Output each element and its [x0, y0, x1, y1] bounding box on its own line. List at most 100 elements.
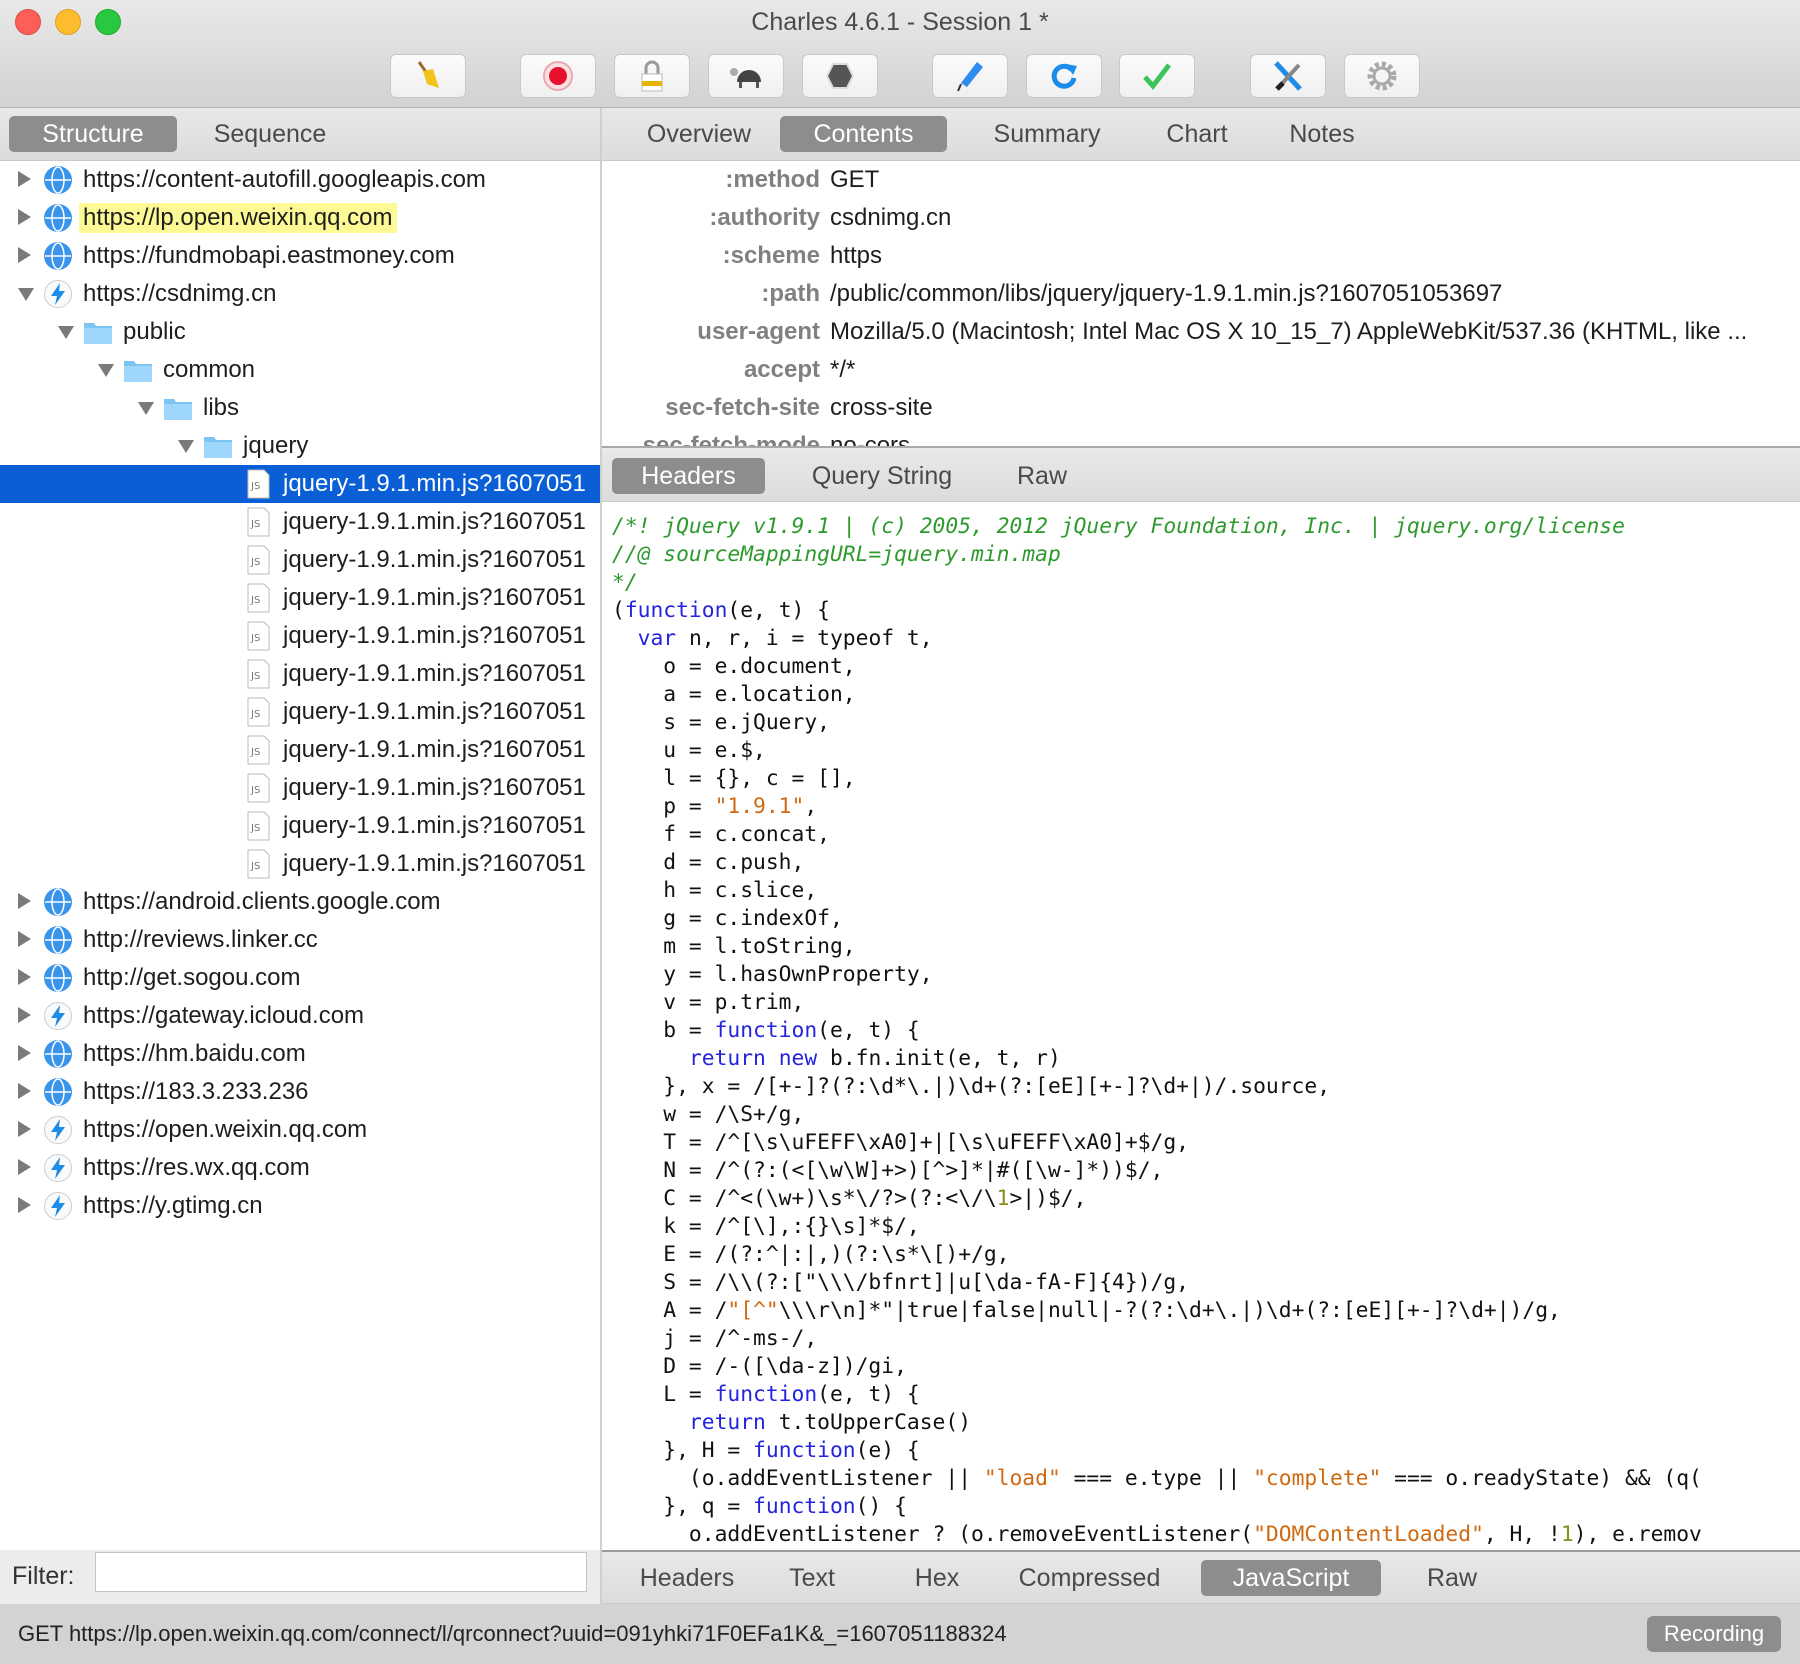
pen-icon	[957, 62, 983, 92]
tree-item-label: libs	[203, 394, 240, 421]
tree-row[interactable]: http://get.sogou.com	[0, 959, 600, 997]
code-line: return new b.fn.init(e, t, r)	[612, 1045, 1061, 1073]
disclosure-closed-icon[interactable]	[18, 1007, 31, 1023]
tree-row[interactable]: https://fundmobapi.eastmoney.com	[0, 237, 600, 275]
tree-row[interactable]: https://open.weixin.qq.com	[0, 1111, 600, 1149]
disclosure-open-icon[interactable]	[58, 326, 74, 339]
code-line: f = c.concat,	[612, 821, 830, 849]
svg-text:JS: JS	[250, 823, 260, 834]
code-token: m = l.toString,	[612, 934, 856, 959]
recording-indicator[interactable]: Recording	[1647, 1616, 1781, 1652]
tree-item-label: jquery-1.9.1.min.js?1607051	[283, 546, 586, 573]
tools-button[interactable]	[1250, 54, 1326, 98]
tab-contents[interactable]: Contents	[780, 116, 947, 152]
disclosure-closed-icon[interactable]	[18, 209, 31, 225]
settings-button[interactable]	[1344, 54, 1420, 98]
tree-row[interactable]: JS jquery-1.9.1.min.js?1607051	[0, 731, 600, 769]
tree-row[interactable]: JS jquery-1.9.1.min.js?1607051	[0, 655, 600, 693]
disclosure-open-icon[interactable]	[18, 288, 34, 301]
tree-row[interactable]: https://hm.baidu.com	[0, 1035, 600, 1073]
tree-row[interactable]: libs	[0, 389, 600, 427]
code-token: (e, t) {	[817, 1382, 920, 1407]
clear-session-button[interactable]	[390, 54, 466, 98]
tree-row[interactable]: JS jquery-1.9.1.min.js?1607051	[0, 617, 600, 655]
tree-row[interactable]: JS jquery-1.9.1.min.js?1607051	[0, 693, 600, 731]
ssl-proxying-button[interactable]	[614, 54, 690, 98]
tab-overview[interactable]: Overview	[624, 116, 774, 152]
tab-request-raw[interactable]: Raw	[992, 458, 1092, 494]
tree-item-label: jquery-1.9.1.min.js?1607051	[283, 470, 586, 497]
tab-summary[interactable]: Summary	[972, 116, 1122, 152]
tab-request-headers[interactable]: Headers	[612, 458, 765, 494]
tab-compressed[interactable]: Compressed	[1007, 1560, 1172, 1596]
disclosure-closed-icon[interactable]	[18, 1083, 31, 1099]
disclosure-open-icon[interactable]	[138, 402, 154, 415]
code-line: v = p.trim,	[612, 989, 804, 1017]
tree-row[interactable]: https://y.gtimg.cn	[0, 1187, 600, 1225]
tree-row[interactable]: https://lp.open.weixin.qq.com	[0, 199, 600, 237]
tab-sequence[interactable]: Sequence	[190, 116, 350, 152]
globe-icon	[43, 241, 73, 271]
tab-structure[interactable]: Structure	[9, 116, 177, 152]
compose-button[interactable]	[932, 54, 1008, 98]
tree-row[interactable]: https://res.wx.qq.com	[0, 1149, 600, 1187]
tree-row[interactable]: JS jquery-1.9.1.min.js?1607051	[0, 579, 600, 617]
disclosure-open-icon[interactable]	[178, 440, 194, 453]
tree-row[interactable]: common	[0, 351, 600, 389]
code-line: k = /^[\],:{}\s]*$/,	[612, 1213, 919, 1241]
filter-input[interactable]	[95, 1552, 587, 1592]
disclosure-closed-icon[interactable]	[18, 1121, 31, 1137]
throttle-button[interactable]	[708, 54, 784, 98]
code-token: >|)$/,	[1009, 1186, 1087, 1211]
code-line: L = function(e, t) {	[612, 1381, 920, 1409]
tree-row[interactable]: https://content-autofill.googleapis.com	[0, 161, 600, 199]
tree-row[interactable]: public	[0, 313, 600, 351]
tree-row[interactable]: https://android.clients.google.com	[0, 883, 600, 921]
breakpoints-button[interactable]	[802, 54, 878, 98]
disclosure-closed-icon[interactable]	[18, 1159, 31, 1175]
tab-text[interactable]: Text	[772, 1560, 852, 1596]
disclosure-closed-icon[interactable]	[18, 969, 31, 985]
code-token: //@ sourceMappingURL=jquery.min.map	[612, 542, 1061, 567]
tab-query-string[interactable]: Query String	[782, 458, 982, 494]
code-token: E = /(?:^|:|,)(?:\s*\[)+/g,	[612, 1242, 1010, 1267]
record-button[interactable]	[520, 54, 596, 98]
tab-notes[interactable]: Notes	[1267, 116, 1377, 152]
disclosure-closed-icon[interactable]	[18, 247, 31, 263]
tree-item-label: https://open.weixin.qq.com	[83, 1116, 368, 1143]
disclosure-open-icon[interactable]	[98, 364, 114, 377]
structure-tree: https://content-autofill.googleapis.com h…	[0, 161, 600, 1550]
response-javascript-viewer[interactable]: /*! jQuery v1.9.1 | (c) 2005, 2012 jQuer…	[602, 502, 1800, 1550]
status-bar: GET https://lp.open.weixin.qq.com/connec…	[0, 1604, 1800, 1664]
tree-row[interactable]: https://183.3.233.236	[0, 1073, 600, 1111]
tree-row[interactable]: JS jquery-1.9.1.min.js?1607051	[0, 769, 600, 807]
tree-row[interactable]: https://gateway.icloud.com	[0, 997, 600, 1035]
tab-hex[interactable]: Hex	[902, 1560, 972, 1596]
left-view-tabs: Structure Sequence	[0, 108, 600, 161]
tree-row[interactable]: JS jquery-1.9.1.min.js?1607051	[0, 845, 600, 883]
tree-row[interactable]: jquery	[0, 427, 600, 465]
disclosure-closed-icon[interactable]	[18, 893, 31, 909]
tree-item-label: jquery-1.9.1.min.js?1607051	[283, 508, 586, 535]
validate-button[interactable]	[1119, 54, 1195, 98]
tree-row[interactable]: JS jquery-1.9.1.min.js?1607051	[0, 503, 600, 541]
tree-row[interactable]: http://reviews.linker.cc	[0, 921, 600, 959]
tree-row[interactable]: JS jquery-1.9.1.min.js?1607051	[0, 541, 600, 579]
tree-row[interactable]: JS jquery-1.9.1.min.js?1607051	[0, 807, 600, 845]
header-row: :authority csdnimg.cn	[602, 199, 1800, 237]
tree-row[interactable]: https://csdnimg.cn	[0, 275, 600, 313]
disclosure-closed-icon[interactable]	[18, 1197, 31, 1213]
tab-chart[interactable]: Chart	[1142, 116, 1252, 152]
repeat-button[interactable]	[1026, 54, 1102, 98]
tab-response-raw[interactable]: Raw	[1402, 1560, 1502, 1596]
tree-row[interactable]: JS jquery-1.9.1.min.js?1607051	[0, 465, 600, 503]
header-name: :path	[761, 280, 820, 307]
disclosure-closed-icon[interactable]	[18, 931, 31, 947]
code-line: p = "1.9.1",	[612, 793, 817, 821]
disclosure-closed-icon[interactable]	[18, 1045, 31, 1061]
disclosure-closed-icon[interactable]	[18, 171, 31, 187]
tab-javascript[interactable]: JavaScript	[1201, 1560, 1381, 1596]
svg-text:JS: JS	[250, 861, 260, 872]
gear-icon	[1367, 61, 1397, 91]
tab-response-headers[interactable]: Headers	[632, 1560, 742, 1596]
